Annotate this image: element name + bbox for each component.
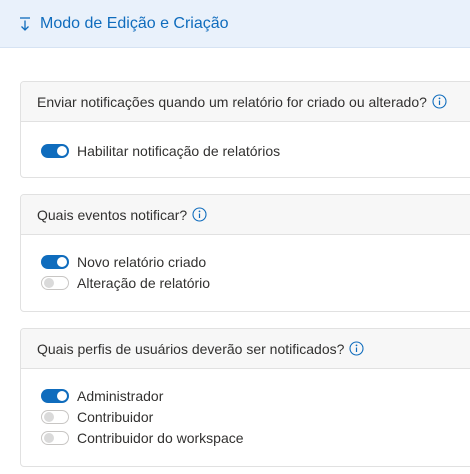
profiles-question: Quais perfis de usuários deverão ser not… [37, 340, 345, 357]
option-label: Contribuidor do workspace [77, 429, 244, 446]
notification-section: Enviar notificações quando um relatório … [20, 81, 470, 178]
notification-question-header: Enviar notificações quando um relatório … [21, 82, 470, 122]
toggle-administrator[interactable] [41, 388, 69, 403]
profiles-section: Quais perfis de usuários deverão ser not… [20, 328, 470, 467]
toggle-contributor[interactable] [41, 409, 69, 424]
option-label: Contribuidor [77, 408, 154, 425]
option-contributor[interactable]: Contribuidor [41, 406, 470, 427]
toggle-new-report[interactable] [41, 254, 69, 269]
section-header[interactable]: Modo de Edição e Criação [0, 0, 470, 48]
header-title: Modo de Edição e Criação [40, 14, 229, 32]
events-question-header: Quais eventos notificar? [21, 195, 470, 235]
option-enable-notifications[interactable]: Habilitar notificação de relatórios [41, 140, 470, 161]
info-icon[interactable] [349, 341, 364, 356]
events-section: Quais eventos notificar? Novo relatório … [20, 194, 470, 312]
option-workspace-contributor[interactable]: Contribuidor do workspace [41, 427, 470, 448]
option-label: Alteração de relatório [77, 274, 211, 291]
events-question: Quais eventos notificar? [37, 206, 188, 223]
option-label: Novo relatório criado [77, 253, 207, 270]
profiles-question-header: Quais perfis de usuários deverão ser not… [21, 329, 470, 369]
option-new-report[interactable]: Novo relatório criado [41, 251, 470, 272]
option-administrator[interactable]: Administrador [41, 385, 470, 406]
info-icon[interactable] [432, 94, 447, 109]
toggle-workspace-contributor[interactable] [41, 430, 69, 445]
toggle-report-change[interactable] [41, 275, 69, 290]
option-label: Habilitar notificação de relatórios [77, 142, 281, 159]
option-label: Administrador [77, 387, 164, 404]
notification-question: Enviar notificações quando um relatório … [37, 93, 427, 110]
option-report-change[interactable]: Alteração de relatório [41, 272, 470, 293]
toggle-enable-notifications[interactable] [41, 143, 69, 158]
info-icon[interactable] [192, 207, 207, 222]
arrow-down-to-line-icon [18, 16, 32, 32]
